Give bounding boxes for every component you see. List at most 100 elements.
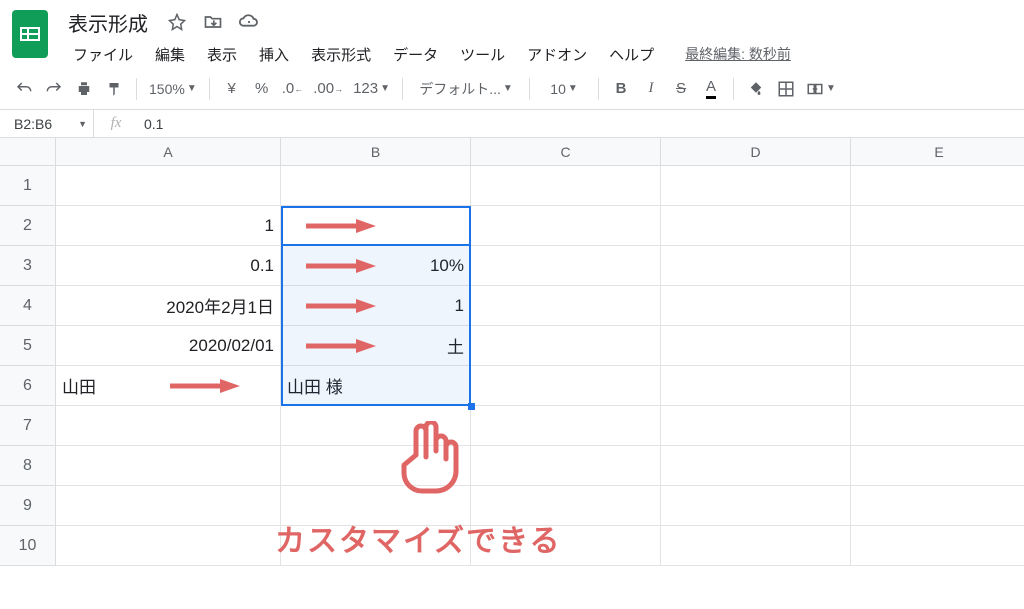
number-format-dropdown[interactable]: 123▼ [349, 75, 394, 103]
row-header[interactable]: 1 [0, 166, 56, 206]
redo-icon[interactable] [40, 75, 68, 103]
menu-insert[interactable]: 挿入 [250, 41, 298, 68]
decrease-decimal-button[interactable]: .0← [278, 75, 308, 103]
cell[interactable] [851, 206, 1024, 246]
cell[interactable] [56, 486, 281, 526]
cell[interactable] [661, 406, 851, 446]
cell[interactable] [471, 406, 661, 446]
font-size-dropdown[interactable]: 10▼ [538, 75, 590, 103]
print-icon[interactable] [70, 75, 98, 103]
strike-button[interactable]: S [667, 75, 695, 103]
cell[interactable] [471, 326, 661, 366]
cell[interactable]: 1 [281, 286, 471, 326]
column-header[interactable]: C [471, 138, 661, 166]
column-header[interactable]: E [851, 138, 1024, 166]
cell[interactable] [851, 286, 1024, 326]
cell[interactable] [661, 446, 851, 486]
borders-icon[interactable] [772, 75, 800, 103]
cell[interactable] [56, 166, 281, 206]
row-header[interactable]: 5 [0, 326, 56, 366]
currency-yen-button[interactable]: ¥ [218, 75, 246, 103]
menu-file[interactable]: ファイル [64, 41, 142, 68]
bold-button[interactable]: B [607, 75, 635, 103]
column-header[interactable]: B [281, 138, 471, 166]
cell[interactable] [281, 166, 471, 206]
italic-button[interactable]: I [637, 75, 665, 103]
menu-view[interactable]: 表示 [198, 41, 246, 68]
row-header[interactable]: 9 [0, 486, 56, 526]
text-color-button[interactable]: A [697, 75, 725, 103]
cell[interactable] [56, 406, 281, 446]
cell[interactable]: 2020/02/01 [56, 326, 281, 366]
star-icon[interactable] [166, 11, 188, 33]
cell[interactable]: 0.1 [56, 246, 281, 286]
row-header[interactable]: 6 [0, 366, 56, 406]
fill-color-icon[interactable] [742, 75, 770, 103]
cell[interactable]: 0000 [281, 206, 471, 246]
cell[interactable] [471, 206, 661, 246]
cell[interactable] [661, 326, 851, 366]
menu-addons[interactable]: アドオン [518, 41, 596, 68]
formula-bar[interactable]: 0.1 [138, 116, 163, 132]
cell[interactable] [851, 406, 1024, 446]
cell[interactable] [661, 246, 851, 286]
name-box[interactable]: B2:B6▼ [8, 110, 94, 137]
menu-edit[interactable]: 編集 [146, 41, 194, 68]
cell[interactable] [471, 366, 661, 406]
toolbar: 150%▼ ¥ % .0← .00→ 123▼ デフォルト...▼ 10▼ B … [0, 68, 1024, 110]
increase-decimal-button[interactable]: .00→ [309, 75, 347, 103]
cell[interactable] [851, 366, 1024, 406]
row-header[interactable]: 7 [0, 406, 56, 446]
cell[interactable] [661, 366, 851, 406]
cell[interactable]: 10% [281, 246, 471, 286]
cell[interactable] [471, 166, 661, 206]
cell[interactable] [661, 286, 851, 326]
cell[interactable]: 山田 [56, 366, 281, 406]
cell[interactable] [56, 446, 281, 486]
row-header[interactable]: 2 [0, 206, 56, 246]
document-title[interactable]: 表示形成 [64, 6, 152, 39]
cell[interactable] [661, 166, 851, 206]
menu-tools[interactable]: ツール [451, 41, 514, 68]
cell[interactable] [661, 206, 851, 246]
cell[interactable] [471, 446, 661, 486]
cell[interactable] [851, 246, 1024, 286]
cell[interactable] [851, 486, 1024, 526]
menu-format[interactable]: 表示形式 [302, 41, 380, 68]
cell[interactable] [471, 246, 661, 286]
font-dropdown[interactable]: デフォルト...▼ [411, 75, 521, 103]
cell[interactable] [851, 326, 1024, 366]
last-edit-link[interactable]: 最終編集: 数秒前 [685, 44, 791, 64]
column-header[interactable]: D [661, 138, 851, 166]
menu-help[interactable]: ヘルプ [600, 41, 663, 68]
cloud-icon[interactable] [238, 11, 260, 33]
cell[interactable]: 山田 様 [281, 366, 471, 406]
cell[interactable]: 1 [56, 206, 281, 246]
row-header[interactable]: 10 [0, 526, 56, 566]
cell[interactable] [471, 286, 661, 326]
cell[interactable] [851, 526, 1024, 566]
cell[interactable] [851, 446, 1024, 486]
spreadsheet-grid[interactable]: ABCDE 12345678910 100000.110%2020年2月1日12… [0, 138, 1024, 166]
paint-format-icon[interactable] [100, 75, 128, 103]
sheets-logo[interactable] [10, 8, 50, 60]
callout-text: カスタマイズできる [275, 516, 562, 560]
cell[interactable] [661, 486, 851, 526]
column-header[interactable]: A [56, 138, 281, 166]
cell[interactable]: 土 [281, 326, 471, 366]
move-folder-icon[interactable] [202, 11, 224, 33]
row-header[interactable]: 8 [0, 446, 56, 486]
merge-cells-icon[interactable]: ▼ [802, 75, 840, 103]
row-header[interactable]: 3 [0, 246, 56, 286]
select-all-corner[interactable] [0, 138, 56, 166]
row-header[interactable]: 4 [0, 286, 56, 326]
menubar: ファイル 編集 表示 挿入 表示形式 データ ツール アドオン ヘルプ 最終編集… [64, 40, 1014, 68]
cell[interactable] [851, 166, 1024, 206]
cell[interactable] [56, 526, 281, 566]
cell[interactable]: 2020年2月1日 [56, 286, 281, 326]
undo-icon[interactable] [10, 75, 38, 103]
menu-data[interactable]: データ [384, 41, 447, 68]
zoom-dropdown[interactable]: 150%▼ [145, 75, 201, 103]
percent-button[interactable]: % [248, 75, 276, 103]
cell[interactable] [661, 526, 851, 566]
